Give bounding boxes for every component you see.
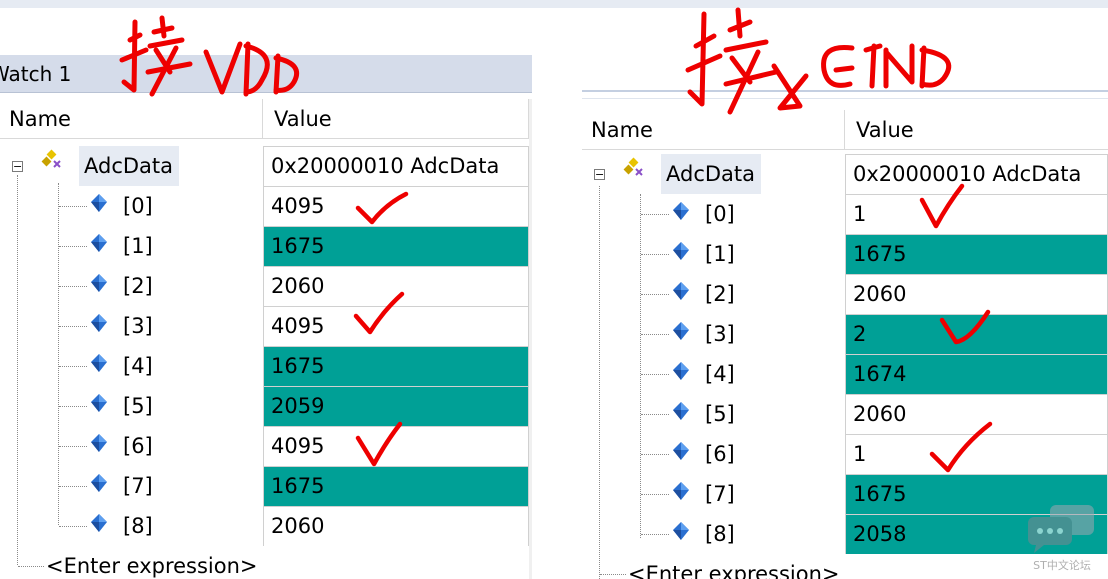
- array-element-name[interactable]: [1]: [123, 226, 153, 266]
- array-element-icon: [672, 481, 690, 501]
- array-element-name[interactable]: [7]: [705, 474, 735, 514]
- array-element-name[interactable]: [8]: [123, 506, 153, 546]
- array-element-value[interactable]: 4095: [263, 306, 529, 346]
- array-element-value[interactable]: 1674: [845, 354, 1108, 394]
- array-element-icon: [90, 233, 108, 253]
- watch-panel-left: Watch 1 Name Value − AdcData 0x20000010 Ad…: [0, 55, 532, 579]
- array-element-name[interactable]: [6]: [123, 426, 153, 466]
- array-element-icon: [90, 313, 108, 333]
- array-element-value[interactable]: 2060: [263, 266, 529, 306]
- scrollbar[interactable]: [529, 99, 532, 579]
- root-variable-value[interactable]: 0x20000010 AdcData: [845, 154, 1108, 194]
- array-element-name[interactable]: [8]: [705, 514, 735, 554]
- array-element-name[interactable]: [5]: [705, 394, 735, 434]
- array-element-name[interactable]: [4]: [705, 354, 735, 394]
- tree-branch-line: [59, 486, 87, 487]
- st-forum-watermark: ST中文论坛: [1022, 503, 1102, 573]
- array-element-name[interactable]: [2]: [705, 274, 735, 314]
- array-element-value[interactable]: 2060: [263, 506, 529, 546]
- array-element-icon: [672, 201, 690, 221]
- array-element-icon: [672, 441, 690, 461]
- array-element-value[interactable]: 1675: [263, 226, 529, 266]
- tree-guide-line: [640, 194, 641, 538]
- tree-branch-line: [641, 214, 669, 215]
- array-element-icon: [90, 473, 108, 493]
- tree-branch-line: [59, 286, 87, 287]
- array-element-name[interactable]: [0]: [123, 186, 153, 226]
- tree-guide-line: [58, 183, 59, 525]
- tree-branch-line: [59, 206, 87, 207]
- array-element-value[interactable]: 1: [845, 194, 1108, 234]
- column-header-name[interactable]: Name: [582, 110, 845, 150]
- window-top-strip: [0, 0, 1108, 8]
- array-element-name[interactable]: [3]: [705, 314, 735, 354]
- tree-branch-line: [641, 334, 669, 335]
- tree-branch-line: [641, 254, 669, 255]
- tree-guide-line: [17, 175, 18, 565]
- tree-branch-line: [600, 574, 626, 575]
- array-element-icon: [90, 193, 108, 213]
- enter-expression-field[interactable]: <Enter expression>: [628, 554, 840, 579]
- struct-variable-icon: [619, 157, 645, 181]
- array-element-name[interactable]: [7]: [123, 466, 153, 506]
- watermark-text: ST中文论坛: [1033, 559, 1091, 572]
- array-element-icon: [90, 353, 108, 373]
- array-element-name[interactable]: [0]: [705, 194, 735, 234]
- array-element-value[interactable]: 2059: [263, 386, 529, 426]
- array-element-value[interactable]: 4095: [263, 426, 529, 466]
- array-element-icon: [672, 361, 690, 381]
- collapse-toggle-icon[interactable]: −: [594, 169, 605, 180]
- tree-branch-line: [59, 326, 87, 327]
- tree-branch-line: [641, 414, 669, 415]
- chat-bubble-icon: [1028, 505, 1094, 553]
- array-element-name[interactable]: [6]: [705, 434, 735, 474]
- array-element-icon: [672, 241, 690, 261]
- tree-branch-line: [59, 406, 87, 407]
- root-variable-name[interactable]: AdcData: [661, 154, 762, 194]
- tree-guide-line: [599, 186, 600, 579]
- column-header-value[interactable]: Value: [263, 99, 529, 139]
- enter-expression-field[interactable]: <Enter expression>: [46, 546, 258, 579]
- panel-top-border: [582, 90, 1108, 99]
- struct-variable-icon: [37, 149, 63, 173]
- array-element-icon: [672, 281, 690, 301]
- array-element-icon: [672, 321, 690, 341]
- array-element-value[interactable]: 4095: [263, 186, 529, 226]
- tree-branch-line: [59, 246, 87, 247]
- array-element-value[interactable]: 1675: [263, 466, 529, 506]
- root-variable-value[interactable]: 0x20000010 AdcData: [263, 146, 529, 186]
- array-element-value[interactable]: 2060: [845, 274, 1108, 314]
- tree-branch-line: [641, 534, 669, 535]
- root-variable-name[interactable]: AdcData: [79, 146, 180, 186]
- array-element-value[interactable]: 2060: [845, 394, 1108, 434]
- tree-branch-line: [18, 566, 44, 567]
- array-element-name[interactable]: [5]: [123, 386, 153, 426]
- tree-branch-line: [641, 294, 669, 295]
- array-element-name[interactable]: [1]: [705, 234, 735, 274]
- tree-branch-line: [59, 446, 87, 447]
- collapse-toggle-icon[interactable]: −: [12, 161, 23, 172]
- tree-branch-line: [59, 526, 87, 527]
- array-element-icon: [90, 513, 108, 533]
- array-element-name[interactable]: [3]: [123, 306, 153, 346]
- array-element-value[interactable]: 1: [845, 434, 1108, 474]
- tree-branch-line: [641, 494, 669, 495]
- array-element-icon: [90, 393, 108, 413]
- column-header-value[interactable]: Value: [845, 110, 1108, 150]
- array-element-icon: [90, 433, 108, 453]
- array-element-icon: [90, 273, 108, 293]
- tree-branch-line: [641, 374, 669, 375]
- array-element-icon: [672, 521, 690, 541]
- array-element-value[interactable]: 1675: [263, 346, 529, 386]
- array-element-value[interactable]: 2: [845, 314, 1108, 354]
- array-element-icon: [672, 401, 690, 421]
- tree-branch-line: [59, 366, 87, 367]
- tree-branch-line: [641, 454, 669, 455]
- column-header-name[interactable]: Name: [0, 99, 263, 139]
- array-element-value[interactable]: 1675: [845, 234, 1108, 274]
- array-element-name[interactable]: [4]: [123, 346, 153, 386]
- watch-window-title: Watch 1: [0, 55, 532, 93]
- array-element-name[interactable]: [2]: [123, 266, 153, 306]
